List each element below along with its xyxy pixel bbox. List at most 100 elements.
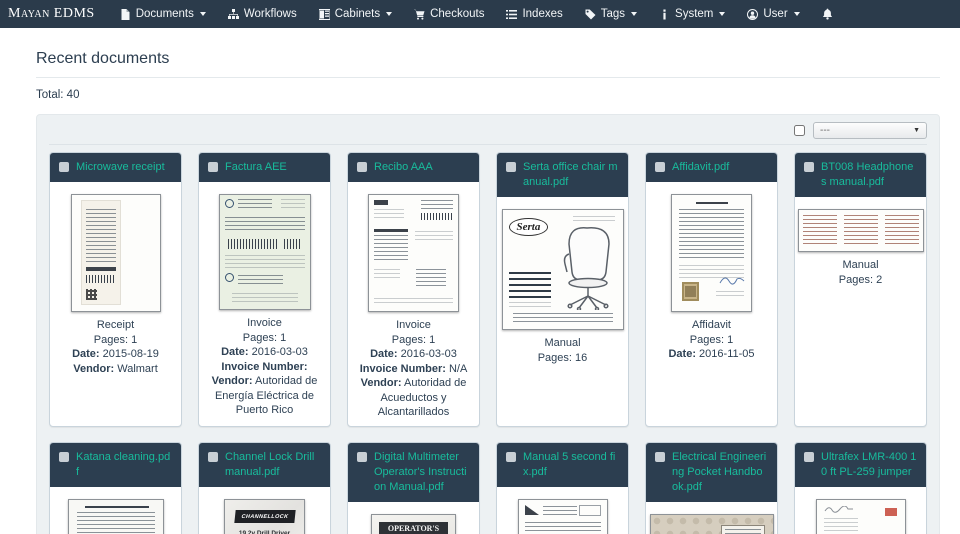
document-meta-line: Date: 2016-11-05 bbox=[649, 347, 774, 362]
notifications-bell[interactable] bbox=[811, 0, 844, 28]
document-card-header: Electrical Engineering Pocket Handbook.p… bbox=[646, 443, 777, 502]
document-meta-line: Vendor: Autoridad de Energía Eléctrica d… bbox=[202, 374, 327, 418]
navbar-item-label: User bbox=[763, 8, 787, 20]
document-select-checkbox[interactable] bbox=[208, 452, 218, 462]
document-card: BT008 Headphones manual.pdfManualPages: … bbox=[794, 152, 927, 427]
document-card-header: Recibo AAA bbox=[348, 153, 479, 182]
document-meta-line: Pages: 1 bbox=[351, 333, 476, 348]
document-card-header: Katana cleaning.pdf bbox=[50, 443, 181, 487]
cart-icon bbox=[414, 9, 425, 20]
document-card: Channel Lock Drill manual.pdf CHANNELLOCK… bbox=[198, 442, 331, 534]
document-thumbnail[interactable] bbox=[219, 194, 311, 310]
document-title-link[interactable]: Factura AEE bbox=[225, 160, 287, 175]
app-logo[interactable]: Mayan EDMS bbox=[8, 6, 95, 22]
navbar-item-documents[interactable]: Documents bbox=[109, 0, 217, 28]
navbar-item-cabinets[interactable]: Cabinets bbox=[308, 0, 403, 28]
document-thumbnail[interactable] bbox=[518, 499, 608, 534]
document-select-checkbox[interactable] bbox=[506, 452, 516, 462]
document-title-link[interactable]: Ultrafex LMR-400 10 ft PL-259 jumper bbox=[821, 450, 917, 480]
document-meta-line: Manual bbox=[798, 258, 923, 273]
navbar-item-user[interactable]: User bbox=[736, 0, 810, 28]
total-count: Total: 40 bbox=[36, 89, 940, 101]
document-title-link[interactable]: Katana cleaning.pdf bbox=[76, 450, 172, 480]
cabinet-icon bbox=[319, 9, 330, 20]
document-card: Recibo AAA InvoicePages: 1Date: 2016-03-0… bbox=[347, 152, 480, 427]
select-all-checkbox[interactable] bbox=[794, 125, 805, 136]
document-select-checkbox[interactable] bbox=[59, 162, 69, 172]
document-thumbnail[interactable] bbox=[68, 499, 164, 534]
document-title-link[interactable]: Affidavit.pdf bbox=[672, 160, 729, 175]
document-thumbnail[interactable] bbox=[71, 194, 161, 312]
document-icon bbox=[120, 9, 131, 20]
bell-icon bbox=[822, 8, 833, 20]
document-meta-line: Manual bbox=[500, 336, 625, 351]
chevron-down-icon bbox=[386, 12, 392, 16]
document-thumbnail[interactable] bbox=[671, 194, 752, 312]
document-card-body: InvoicePages: 1Date: 2016-03-03Invoice N… bbox=[348, 182, 479, 426]
document-card-body: Electrical Engineering Pocket Handbook bbox=[646, 502, 777, 534]
document-select-checkbox[interactable] bbox=[357, 452, 367, 462]
document-card: Katana cleaning.pdf bbox=[49, 442, 182, 534]
chevron-down-icon bbox=[200, 12, 206, 16]
actions-select-value: --- bbox=[820, 125, 830, 136]
document-meta-line: Date: 2015-08-19 bbox=[53, 347, 178, 362]
document-select-checkbox[interactable] bbox=[804, 162, 814, 172]
document-title-link[interactable]: Electrical Engineering Pocket Handbook.p… bbox=[672, 450, 768, 495]
document-title-link[interactable]: Serta office chair manual.pdf bbox=[523, 160, 619, 190]
document-thumbnail[interactable]: Electrical Engineering Pocket Handbook bbox=[650, 514, 774, 534]
navbar-item-label: System bbox=[675, 8, 713, 20]
select-caret-icon: ▼ bbox=[913, 127, 920, 134]
document-thumbnail[interactable]: Serta bbox=[502, 209, 624, 330]
document-card: Factura AEEInvoicePages: 1Date: 2016-03-… bbox=[198, 152, 331, 427]
navbar-item-workflows[interactable]: Workflows bbox=[217, 0, 308, 28]
document-select-checkbox[interactable] bbox=[655, 162, 665, 172]
document-thumbnail[interactable] bbox=[798, 209, 924, 252]
document-card-body bbox=[497, 487, 628, 534]
chevron-down-icon bbox=[631, 12, 637, 16]
document-title-link[interactable]: Recibo AAA bbox=[374, 160, 433, 175]
documents-panel: --- ▼ Microwave receipt ReceiptPages: 1Da… bbox=[36, 114, 940, 534]
document-card: Microwave receipt ReceiptPages: 1Date: 20… bbox=[49, 152, 182, 427]
navbar-item-tags[interactable]: Tags bbox=[574, 0, 648, 28]
document-thumbnail[interactable]: CHANNELLOCK19.2v Drill Driver bbox=[224, 499, 305, 534]
document-meta-line: Pages: 1 bbox=[53, 333, 178, 348]
document-card-body: ReceiptPages: 1Date: 2015-08-19Vendor: W… bbox=[50, 182, 181, 426]
document-meta-line: Pages: 1 bbox=[649, 333, 774, 348]
actions-select[interactable]: --- ▼ bbox=[813, 122, 927, 139]
document-thumbnail[interactable]: OPERATOR'SINSTRUCTION MANUAL bbox=[371, 514, 456, 534]
document-card-header: BT008 Headphones manual.pdf bbox=[795, 153, 926, 197]
navbar-item-indexes[interactable]: Indexes bbox=[495, 0, 573, 28]
document-title-link[interactable]: Digital Multimeter Operator's Instructio… bbox=[374, 450, 470, 495]
document-title-link[interactable]: Manual 5 second fix.pdf bbox=[523, 450, 619, 480]
document-card-body bbox=[50, 487, 181, 534]
document-card: Ultrafex LMR-400 10 ft PL-259 jumper bbox=[794, 442, 927, 534]
document-meta-line: Invoice Number: bbox=[202, 360, 327, 375]
document-select-checkbox[interactable] bbox=[208, 162, 218, 172]
document-card-body: Serta ManualPages: 16 bbox=[497, 197, 628, 426]
navbar-item-system[interactable]: System bbox=[648, 0, 736, 28]
document-select-checkbox[interactable] bbox=[804, 452, 814, 462]
document-title-link[interactable]: Channel Lock Drill manual.pdf bbox=[225, 450, 321, 480]
panel-toolbar: --- ▼ bbox=[49, 121, 927, 139]
document-meta-line: Vendor: Walmart bbox=[53, 362, 178, 377]
document-card-body bbox=[795, 487, 926, 534]
chevron-down-icon bbox=[719, 12, 725, 16]
document-meta-line: Date: 2016-03-03 bbox=[351, 347, 476, 362]
document-select-checkbox[interactable] bbox=[655, 452, 665, 462]
document-meta-line: Pages: 16 bbox=[500, 351, 625, 366]
navbar-item-label: Cabinets bbox=[335, 8, 380, 20]
page-title: Recent documents bbox=[36, 50, 940, 78]
document-thumbnail[interactable] bbox=[816, 499, 906, 534]
document-meta-line: Invoice bbox=[202, 316, 327, 331]
document-title-link[interactable]: Microwave receipt bbox=[76, 160, 165, 175]
document-select-checkbox[interactable] bbox=[357, 162, 367, 172]
document-thumbnail[interactable] bbox=[368, 194, 459, 312]
navbar-item-checkouts[interactable]: Checkouts bbox=[403, 0, 495, 28]
document-select-checkbox[interactable] bbox=[506, 162, 516, 172]
document-select-checkbox[interactable] bbox=[59, 452, 69, 462]
user-icon bbox=[747, 9, 758, 20]
document-title-link[interactable]: BT008 Headphones manual.pdf bbox=[821, 160, 917, 190]
document-card: Manual 5 second fix.pdf bbox=[496, 442, 629, 534]
document-meta-line: Vendor: Autoridad de Acueductos y Alcant… bbox=[351, 376, 476, 420]
document-card-body: OPERATOR'SINSTRUCTION MANUAL bbox=[348, 502, 479, 534]
